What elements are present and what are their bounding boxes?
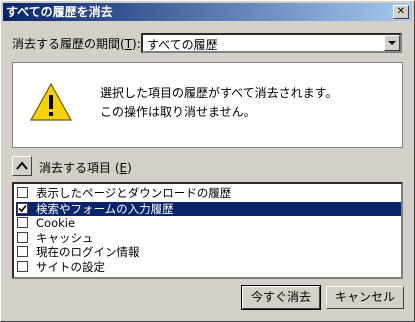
item-label: サイトの設定 (36, 260, 105, 274)
list-item[interactable]: 現在のログイン情報 (16, 245, 401, 259)
clear-history-dialog: すべての履歴を消去 ✕ 消去する履歴の期間(T): すべての履歴 選択した項目の… (0, 0, 415, 322)
warning-text-line2: この操作は取り消せません。 (100, 105, 256, 119)
cancel-button[interactable]: キャンセル (326, 286, 404, 309)
items-list: 表示したページとダウンロードの履歴 検索やフォームの入力履歴 Cookie キャ… (12, 182, 403, 279)
items-section-label: 消去する項目 (E) (39, 161, 132, 175)
period-dropdown[interactable]: すべての履歴 (141, 33, 402, 53)
list-item[interactable]: 表示したページとダウンロードの履歴 (16, 186, 401, 200)
warning-icon (29, 82, 73, 121)
item-label: 表示したページとダウンロードの履歴 (36, 186, 232, 200)
checkbox[interactable] (17, 217, 28, 228)
checkbox[interactable] (17, 203, 28, 214)
item-label: 検索やフォームの入力履歴 (36, 202, 174, 216)
toggle-details-button[interactable] (12, 156, 32, 176)
period-selected-value: すべての履歴 (147, 38, 218, 52)
list-item[interactable]: キャッシュ (16, 231, 401, 245)
checkbox[interactable] (17, 187, 28, 198)
check-icon (18, 204, 27, 213)
period-label: 消去する履歴の期間(T): (12, 37, 141, 51)
title-bar: すべての履歴を消去 ✕ (3, 3, 412, 21)
window-title: すべての履歴を消去 (6, 5, 113, 19)
item-label: Cookie (36, 216, 76, 230)
close-icon: ✕ (396, 6, 406, 17)
list-item[interactable]: Cookie (16, 216, 401, 230)
item-label: 現在のログイン情報 (36, 245, 140, 259)
chevron-down-icon[interactable] (384, 35, 400, 51)
checkbox[interactable] (17, 261, 28, 272)
period-label-accesskey: T (124, 37, 133, 51)
warning-box: 選択した項目の履歴がすべて消去されます。 この操作は取り消せません。 (12, 62, 403, 148)
checkbox[interactable] (17, 232, 28, 243)
item-label: キャッシュ (36, 231, 94, 245)
close-button[interactable]: ✕ (393, 5, 409, 19)
clear-now-button[interactable]: 今すぐ消去 (241, 285, 321, 310)
list-item[interactable]: 検索やフォームの入力履歴 (16, 202, 401, 216)
warning-text-line1: 選択した項目の履歴がすべて消去されます。 (100, 86, 338, 100)
checkbox[interactable] (17, 246, 28, 257)
list-item[interactable]: サイトの設定 (16, 260, 401, 274)
items-label-accesskey: E (119, 161, 128, 175)
chevron-up-icon (16, 161, 28, 170)
